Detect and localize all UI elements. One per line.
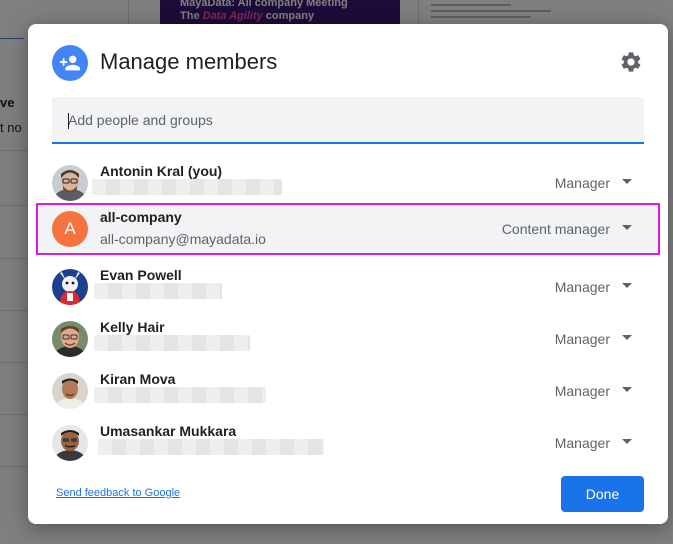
member-row[interactable]: Kelly Hair Manager <box>28 313 668 365</box>
redacted-email <box>94 387 266 403</box>
member-name: Kelly Hair <box>100 319 165 335</box>
member-name: all-company <box>100 209 182 225</box>
text-caret <box>68 113 69 129</box>
dialog-title: Manage members <box>100 49 278 74</box>
add-person-icon <box>52 45 88 81</box>
manage-members-dialog: Manage members Antonin Kral (you) Manage… <box>28 24 668 524</box>
redacted-email <box>98 439 324 455</box>
member-name: Antonin Kral (you) <box>100 163 223 179</box>
evan-avatar-icon <box>52 269 88 305</box>
redacted-email <box>94 335 250 351</box>
role-dropdown[interactable]: Manager <box>555 382 610 400</box>
dropdown-arrow-icon[interactable] <box>622 387 632 393</box>
member-name: Kiran Mova <box>100 371 176 387</box>
dropdown-arrow-icon[interactable] <box>622 335 632 341</box>
kiran-avatar-icon <box>52 373 88 409</box>
redacted-email <box>92 179 282 195</box>
role-dropdown[interactable]: Manager <box>555 434 610 452</box>
settings-gear-icon[interactable] <box>619 50 643 74</box>
role-dropdown[interactable]: Manager <box>555 278 610 296</box>
dropdown-arrow-icon[interactable] <box>622 225 632 231</box>
add-people-input[interactable] <box>52 97 644 144</box>
send-feedback-link[interactable]: Send feedback to Google <box>56 487 180 499</box>
member-name: Umasankar Mukkara <box>100 423 237 439</box>
member-row[interactable]: Evan Powell Manager <box>28 261 668 313</box>
role-dropdown[interactable]: Manager <box>555 330 610 348</box>
done-button[interactable]: Done <box>561 476 644 512</box>
add-person-glyph <box>59 55 81 71</box>
member-name: Evan Powell <box>100 267 182 283</box>
dropdown-arrow-icon[interactable] <box>622 179 632 185</box>
antonin-avatar-icon <box>52 165 88 201</box>
member-row[interactable]: Umasankar Mukkara Manager <box>28 417 668 469</box>
group-avatar: A <box>52 211 88 247</box>
umasankar-avatar-icon <box>52 425 88 461</box>
member-row[interactable]: Antonin Kral (you) Manager <box>28 157 668 209</box>
role-dropdown[interactable]: Manager <box>555 174 610 192</box>
kelly-avatar-icon <box>52 321 88 357</box>
member-row[interactable]: Kiran Mova Manager <box>28 365 668 417</box>
member-email: all-company@mayadata.io <box>100 231 266 247</box>
role-dropdown[interactable]: Content manager <box>502 220 610 238</box>
member-row-selected[interactable]: A all-company all-company@mayadata.io Co… <box>36 203 660 255</box>
dropdown-arrow-icon[interactable] <box>622 439 632 445</box>
redacted-email <box>94 283 222 299</box>
dropdown-arrow-icon[interactable] <box>622 283 632 289</box>
